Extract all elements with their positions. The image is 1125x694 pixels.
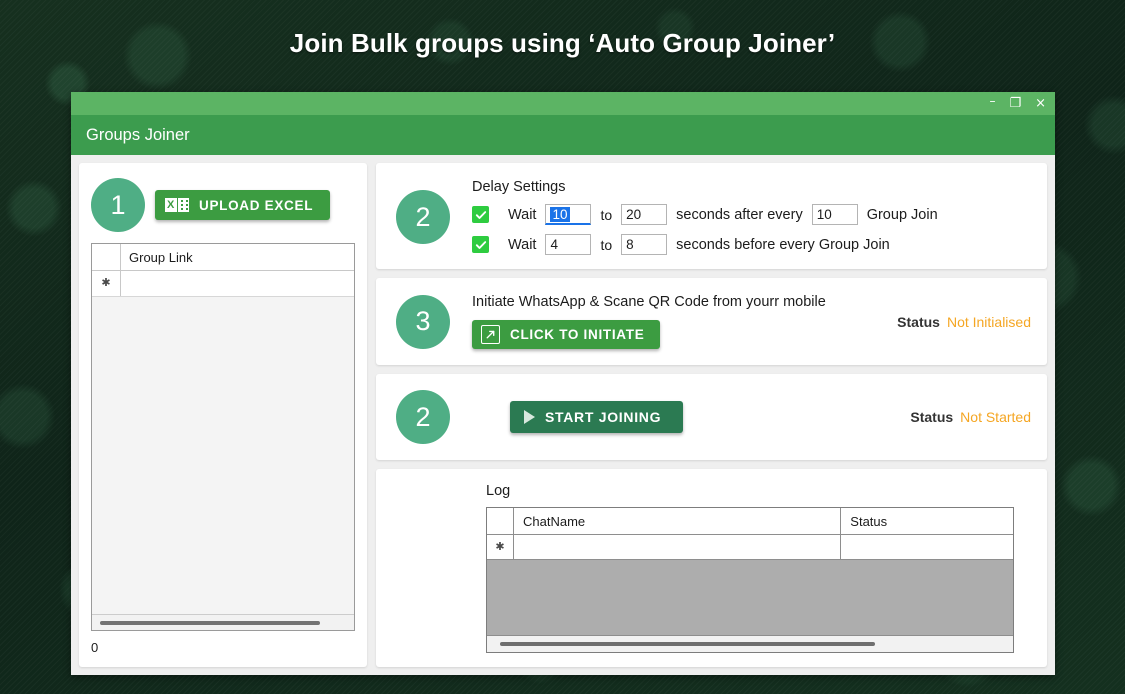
log-grid-new-row[interactable]: ✱	[487, 535, 1013, 560]
delay-settings-title: Delay Settings	[472, 179, 1031, 195]
start-joining-label: START JOINING	[545, 409, 661, 425]
start-joining-status: Status Not Started	[900, 409, 1031, 425]
log-grid-horizontal-scrollbar[interactable]	[487, 635, 1013, 652]
log-grid[interactable]: ChatName Status ✱	[486, 507, 1014, 653]
group-grid-scrollbar-thumb[interactable]	[100, 621, 320, 625]
step-badge-3: 3	[396, 295, 450, 349]
main-content-column: 2 Delay Settings Wait 10 to 20 secon	[376, 163, 1047, 667]
delay-settings-card: 2 Delay Settings Wait 10 to 20 secon	[376, 163, 1047, 269]
start-joining-card: 2 START JOINING Status Not Started	[376, 374, 1047, 460]
delay-row-before: Wait 4 to 8 seconds before every Group J…	[472, 234, 1031, 255]
delay-after-middle-label: seconds after every	[676, 207, 803, 223]
excel-icon-letter: X	[165, 198, 177, 212]
group-grid-new-row[interactable]: ✱	[92, 271, 354, 297]
step-badge-2-delay: 2	[396, 190, 450, 244]
start-joining-button[interactable]: START JOINING	[510, 401, 683, 433]
delay-after-to-label: to	[600, 207, 612, 223]
log-grid-new-row-header: ✱	[487, 535, 514, 559]
group-count-label: 0	[91, 640, 355, 655]
page-title: Join Bulk groups using ‘Auto Group Joine…	[0, 28, 1125, 59]
new-row-marker-icon: ✱	[101, 278, 110, 289]
play-icon	[524, 410, 535, 424]
log-grid-header: ChatName Status	[487, 508, 1013, 535]
upload-excel-button[interactable]: X UPLOAD EXCEL	[155, 190, 330, 220]
initiate-status: Status Not Initialised	[887, 314, 1031, 330]
initiate-status-value: Not Initialised	[947, 314, 1031, 330]
group-grid-header: Group Link	[92, 244, 354, 271]
delay-settings-body: Delay Settings Wait 10 to 20 seconds aft…	[472, 177, 1031, 255]
maximize-icon[interactable]: ❐	[1009, 97, 1021, 110]
group-grid-new-row-cell[interactable]	[121, 271, 354, 296]
group-link-grid[interactable]: Group Link ✱	[91, 243, 355, 631]
log-new-row-marker-icon: ✱	[495, 542, 504, 553]
group-grid-horizontal-scrollbar[interactable]	[92, 614, 354, 630]
delay-after-min-input[interactable]: 10	[545, 204, 591, 225]
step-badge-2-start: 2	[396, 390, 450, 444]
log-grid-column-status[interactable]: Status	[841, 508, 1013, 534]
log-grid-empty-area	[487, 560, 1013, 635]
application-window: – ❐ × Groups Joiner 1 X UPLOAD EXCEL	[71, 92, 1055, 675]
excel-icon-grid	[178, 198, 189, 212]
log-grid-scrollbar-thumb[interactable]	[500, 642, 874, 646]
delay-before-tail-label: seconds before every Group Join	[676, 237, 890, 253]
start-joining-status-value: Not Started	[960, 409, 1031, 425]
minimize-icon[interactable]: –	[989, 95, 995, 107]
window-titlebar: Groups Joiner	[71, 115, 1055, 155]
upload-section: 1 X UPLOAD EXCEL	[91, 175, 355, 235]
delay-before-max-input[interactable]: 8	[621, 234, 667, 255]
log-grid-column-chatname[interactable]: ChatName	[514, 508, 841, 534]
delay-before-to-label: to	[600, 237, 612, 253]
excel-icon: X	[165, 198, 189, 212]
delay-before-wait-label: Wait	[508, 237, 536, 253]
delay-after-tail-label: Group Join	[867, 207, 938, 223]
group-links-panel: 1 X UPLOAD EXCEL Group Link ✱	[79, 163, 367, 667]
start-joining-status-label: Status	[910, 409, 953, 425]
log-title: Log	[486, 483, 1031, 499]
app-title: Groups Joiner	[86, 126, 190, 145]
delay-after-every-input[interactable]: 10	[812, 204, 858, 225]
initiate-body: Initiate WhatsApp & Scane QR Code from y…	[472, 294, 865, 349]
group-grid-new-row-header: ✱	[92, 271, 121, 296]
group-grid-column-group-link[interactable]: Group Link	[121, 244, 354, 270]
delay-after-checkbox[interactable]	[472, 206, 489, 223]
log-grid-rowheader-cell	[487, 508, 514, 534]
delay-before-min-input[interactable]: 4	[545, 234, 591, 255]
window-body: 1 X UPLOAD EXCEL Group Link ✱	[71, 155, 1055, 675]
group-grid-empty-area	[92, 297, 354, 614]
initiate-status-label: Status	[897, 314, 940, 330]
window-controls-bar: – ❐ ×	[71, 92, 1055, 115]
log-grid-new-row-status-cell[interactable]	[841, 535, 1013, 559]
step-badge-1: 1	[91, 178, 145, 232]
delay-before-checkbox[interactable]	[472, 236, 489, 253]
group-grid-rowheader-cell	[92, 244, 121, 270]
initiate-instruction: Initiate WhatsApp & Scane QR Code from y…	[472, 294, 865, 310]
upload-excel-label: UPLOAD EXCEL	[199, 198, 313, 213]
initiate-whatsapp-card: 3 Initiate WhatsApp & Scane QR Code from…	[376, 278, 1047, 365]
log-card: Log ChatName Status ✱	[376, 469, 1047, 667]
click-to-initiate-button[interactable]: CLICK TO INITIATE	[472, 320, 660, 349]
delay-after-wait-label: Wait	[508, 207, 536, 223]
log-grid-new-row-chatname-cell[interactable]	[514, 535, 841, 559]
start-joining-body: START JOINING	[472, 401, 878, 433]
delay-row-after: Wait 10 to 20 seconds after every 10 Gro…	[472, 204, 1031, 225]
open-external-icon	[481, 325, 500, 344]
click-to-initiate-label: CLICK TO INITIATE	[510, 327, 644, 342]
delay-after-max-input[interactable]: 20	[621, 204, 667, 225]
close-icon[interactable]: ×	[1035, 97, 1046, 110]
